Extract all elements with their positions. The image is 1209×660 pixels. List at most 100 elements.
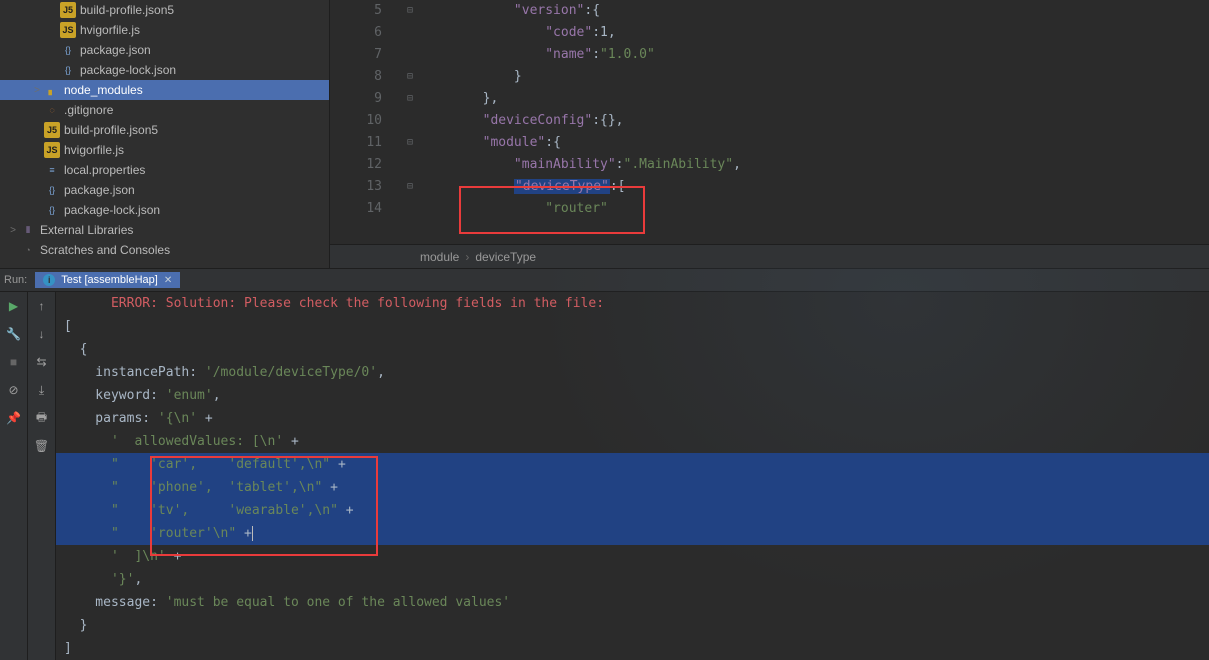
print-icon[interactable]: 🖶	[34, 410, 50, 426]
console-line[interactable]: " 'tv', 'wearable',\n" +	[56, 499, 1209, 522]
pin-icon[interactable]: 📌	[6, 410, 22, 426]
fold-column[interactable]: ⊟⊟⊟⊟⊟	[400, 0, 420, 244]
wrap-icon[interactable]: ⇆	[34, 354, 50, 370]
project-sidebar[interactable]: J5build-profile.json5JShvigorfile.js{}pa…	[0, 0, 330, 268]
file-build-profile-json5[interactable]: J5build-profile.json5	[0, 0, 329, 20]
tree-item-label: local.properties	[64, 163, 145, 177]
folder-icon: ▖	[44, 82, 60, 98]
code-lines[interactable]: "version":{ "code":1, "name":"1.0.0" } }…	[420, 0, 1209, 244]
console-line[interactable]: [	[56, 315, 1209, 338]
console-line[interactable]: '}',	[56, 568, 1209, 591]
fold-marker	[400, 110, 420, 132]
console-line[interactable]: ERROR: Solution: Please check the follow…	[56, 292, 1209, 315]
console-line[interactable]: " 'router'\n" +	[56, 522, 1209, 545]
code-line[interactable]: "deviceType":[	[420, 176, 1209, 198]
code-line[interactable]: "module":{	[420, 132, 1209, 154]
console-line[interactable]: ]	[56, 637, 1209, 660]
console-line[interactable]: ' allowedValues: [\n' +	[56, 430, 1209, 453]
run-panel-header[interactable]: Run: i Test [assembleHap] ✕	[0, 269, 1209, 292]
fold-marker[interactable]: ⊟	[400, 88, 420, 110]
git-icon: ◌	[44, 102, 60, 118]
console-line[interactable]: instancePath: '/module/deviceType/0',	[56, 361, 1209, 384]
code-line[interactable]: "name":"1.0.0"	[420, 44, 1209, 66]
js-icon: JS	[60, 22, 76, 38]
console-line[interactable]: keyword: 'enum',	[56, 384, 1209, 407]
breadcrumb-item[interactable]: module	[420, 250, 459, 264]
code-line[interactable]: "version":{	[420, 0, 1209, 22]
json-icon: {}	[44, 202, 60, 218]
tree-item-label: package.json	[64, 183, 135, 197]
tree-item-label: package-lock.json	[80, 63, 176, 77]
console-line[interactable]: {	[56, 338, 1209, 361]
code-line[interactable]: "code":1,	[420, 22, 1209, 44]
tree-item-label: External Libraries	[40, 223, 133, 237]
code-line[interactable]: "router"	[420, 198, 1209, 220]
wrench-icon[interactable]: 🔧	[6, 326, 22, 342]
console-line[interactable]: " 'car', 'default',\n" +	[56, 453, 1209, 476]
fold-marker	[400, 154, 420, 176]
arrow-up-icon[interactable]: ↑	[34, 298, 50, 314]
folder-node-modules[interactable]: >▖ node_modules	[0, 80, 329, 100]
file-hvigorfile-js[interactable]: JShvigorfile.js	[0, 20, 329, 40]
stop-icon[interactable]: ■	[6, 354, 22, 370]
scratches-consoles[interactable]: ◔Scratches and Consoles	[0, 240, 329, 260]
run-tab-label: Test [assembleHap]	[61, 274, 158, 286]
scroll-icon[interactable]: ⤓	[34, 382, 50, 398]
tree-item-label: build-profile.json5	[80, 3, 174, 17]
js-icon: J5	[44, 122, 60, 138]
code-line[interactable]: }	[420, 66, 1209, 88]
console-line[interactable]: message: 'must be equal to one of the al…	[56, 591, 1209, 614]
project-tree[interactable]: J5build-profile.json5JShvigorfile.js{}pa…	[0, 0, 329, 260]
code-line[interactable]: "deviceConfig":{},	[420, 110, 1209, 132]
chevron-right-icon[interactable]: >	[30, 85, 44, 96]
json-icon: ≡	[44, 162, 60, 178]
close-icon[interactable]: ✕	[164, 275, 172, 286]
console-line[interactable]: }	[56, 614, 1209, 637]
js-icon: JS	[44, 142, 60, 158]
external-libraries[interactable]: >⫴External Libraries	[0, 220, 329, 240]
console-line[interactable]: ' ]\n' +	[56, 545, 1209, 568]
trash-icon[interactable]: 🗑	[34, 438, 50, 454]
fold-marker[interactable]: ⊟	[400, 176, 420, 198]
fold-marker[interactable]: ⊟	[400, 132, 420, 154]
top-pane: J5build-profile.json5JShvigorfile.js{}pa…	[0, 0, 1209, 268]
file-local-properties[interactable]: ≡ local.properties	[0, 160, 329, 180]
console-output[interactable]: ERROR: Solution: Please check the follow…	[56, 292, 1209, 660]
run-tab[interactable]: i Test [assembleHap] ✕	[35, 272, 180, 288]
code-area[interactable]: 567891011121314 ⊟⊟⊟⊟⊟ "version":{ "code"…	[330, 0, 1209, 244]
arrow-down-icon[interactable]: ↓	[34, 326, 50, 342]
file-package-lock-json[interactable]: {} package-lock.json	[0, 60, 329, 80]
file-package-json-root[interactable]: {}package.json	[0, 180, 329, 200]
console-line[interactable]: " 'phone', 'tablet',\n" +	[56, 476, 1209, 499]
chevron-right-icon: ›	[465, 250, 469, 264]
chevron-right-icon[interactable]: >	[6, 225, 20, 236]
file-build-profile-json5-root[interactable]: J5build-profile.json5	[0, 120, 329, 140]
fold-marker[interactable]: ⊟	[400, 0, 420, 22]
run-toolbar-secondary[interactable]: ↑ ↓ ⇆ ⤓ 🖶 🗑	[28, 292, 56, 660]
json-icon: {}	[60, 62, 76, 78]
tree-item-label: node_modules	[64, 83, 143, 97]
run-toolbar-left[interactable]: ▶ 🔧 ■ ⊘ 📌	[0, 292, 28, 660]
file-hvigorfile-js-root[interactable]: JS hvigorfile.js	[0, 140, 329, 160]
fold-marker	[400, 22, 420, 44]
breadcrumb-item[interactable]: deviceType	[475, 250, 536, 264]
file-package-lock-json-root[interactable]: {} package-lock.json	[0, 200, 329, 220]
file-gitignore[interactable]: ◌.gitignore	[0, 100, 329, 120]
code-line[interactable]: },	[420, 88, 1209, 110]
tree-item-label: package-lock.json	[64, 203, 160, 217]
run-label: Run:	[4, 274, 27, 286]
code-editor[interactable]: 567891011121314 ⊟⊟⊟⊟⊟ "version":{ "code"…	[330, 0, 1209, 268]
line-number-gutter: 567891011121314	[330, 0, 400, 244]
breadcrumb-bar[interactable]: module › deviceType	[330, 244, 1209, 268]
run-panel-body: ▶ 🔧 ■ ⊘ 📌 ↑ ↓ ⇆ ⤓ 🖶 🗑 ERROR: Solution: P…	[0, 292, 1209, 660]
tree-item-label: package.json	[80, 43, 151, 57]
console-line[interactable]: params: '{\n' +	[56, 407, 1209, 430]
close-icon[interactable]: ⊘	[6, 382, 22, 398]
play-icon[interactable]: ▶	[6, 298, 22, 314]
json-icon: {}	[60, 42, 76, 58]
code-line[interactable]: "mainAbility":".MainAbility",	[420, 154, 1209, 176]
fold-marker[interactable]: ⊟	[400, 66, 420, 88]
tree-item-label: hvigorfile.js	[64, 143, 124, 157]
file-package-json[interactable]: {} package.json	[0, 40, 329, 60]
scr-icon: ◔	[20, 242, 36, 258]
